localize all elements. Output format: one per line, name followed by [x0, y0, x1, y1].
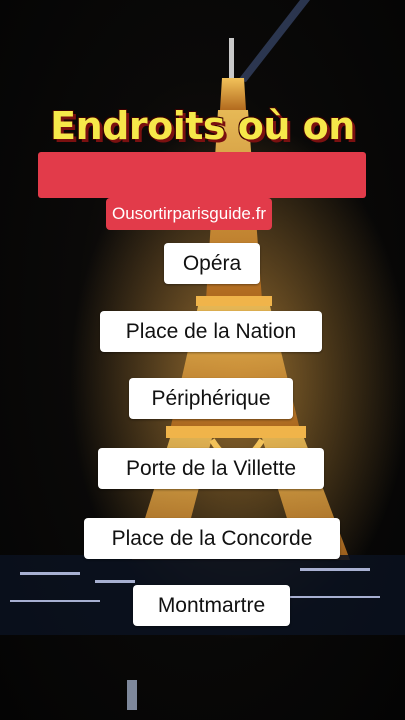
place-label-villette: Porte de la Villette [98, 448, 324, 489]
place-label-peripherique: Périphérique [129, 378, 293, 419]
place-label-nation: Place de la Nation [100, 311, 322, 352]
searchlight-beam [238, 0, 310, 82]
title-banner [38, 152, 366, 198]
place-label-opera: Opéra [164, 243, 260, 284]
video-frame: Endroits où on Ousortirparisguide.fr Opé… [0, 0, 405, 720]
place-label-concorde: Place de la Concorde [84, 518, 340, 559]
overlay-title: Endroits où on [50, 104, 355, 148]
place-label-montmartre: Montmartre [133, 585, 290, 626]
site-badge: Ousortirparisguide.fr [106, 198, 272, 230]
